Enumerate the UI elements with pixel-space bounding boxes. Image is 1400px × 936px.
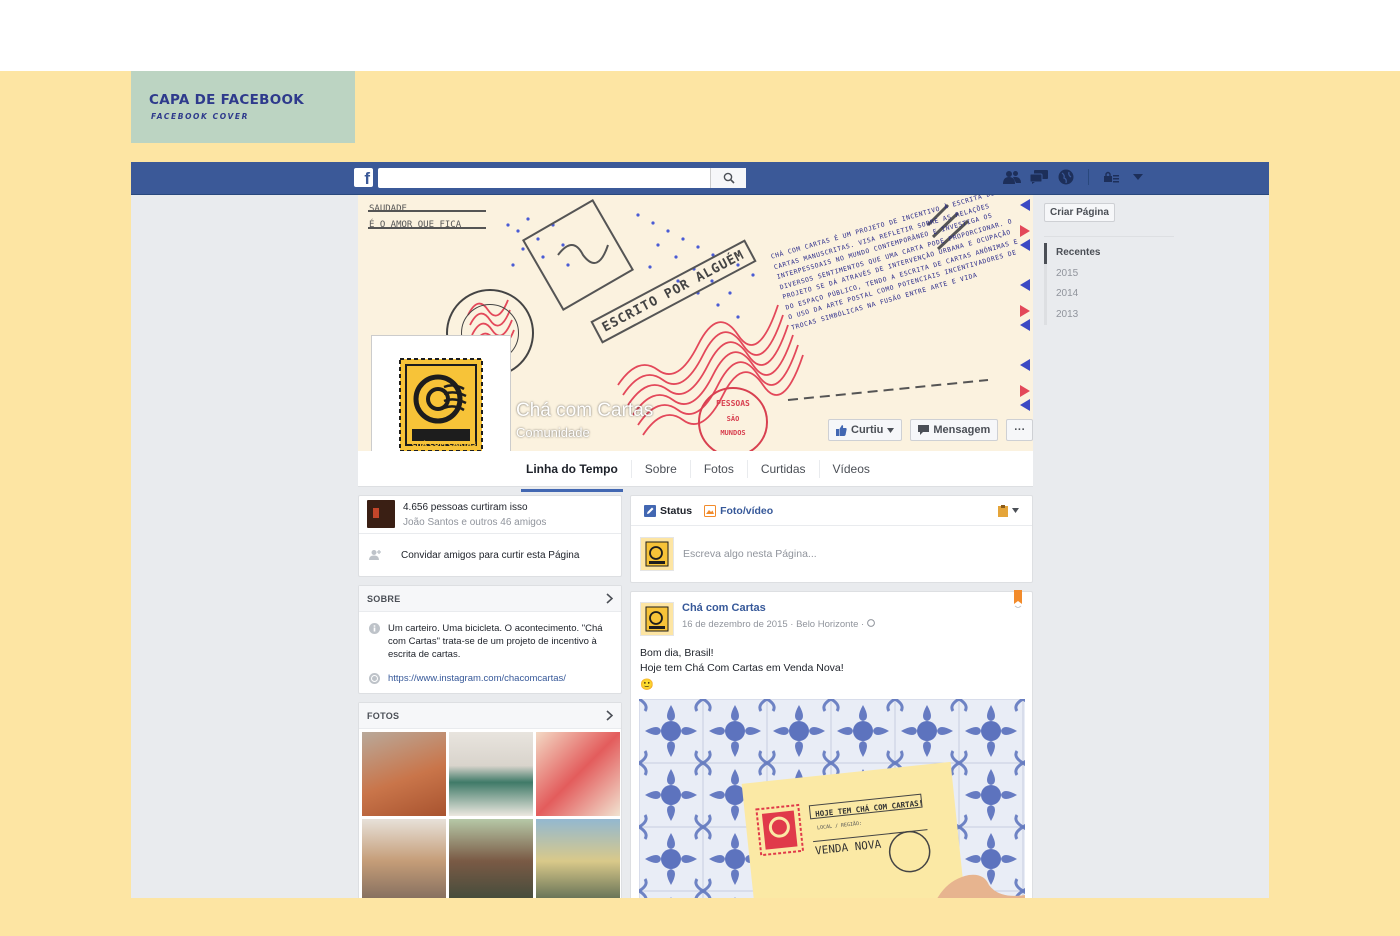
thumbs-up-icon (836, 424, 847, 436)
post-avatar[interactable] (640, 602, 674, 636)
invite-label: Convidar amigos para curtir esta Página (401, 549, 580, 561)
post-card: Chá com Cartas 16 de dezembro de 2015 · … (630, 590, 1033, 898)
page-avatar (640, 537, 674, 571)
about-header[interactable]: SOBRE (359, 586, 621, 612)
about-card: SOBRE Um carteiro. Uma bicicleta. O acon… (358, 585, 622, 694)
tab-about[interactable]: Sobre (632, 460, 691, 478)
likes-card: 4.656 pessoas curtiram isso João Santos … (358, 495, 622, 577)
invite-friends-row[interactable]: Convidar amigos para curtir esta Página (359, 534, 621, 576)
tab-photos[interactable]: Fotos (691, 460, 748, 478)
message-button[interactable]: Mensagem (910, 419, 999, 441)
post-meta: 16 de dezembro de 2015 · Belo Horizonte … (682, 619, 875, 630)
composer-card: Status Foto/vídeo Escreva algo nesta Pág… (630, 495, 1033, 583)
search-input[interactable] (378, 168, 746, 188)
likes-count[interactable]: 4.656 pessoas curtiram isso (403, 500, 546, 515)
create-page-button[interactable]: Criar Página (1044, 203, 1115, 222)
about-description: Um carteiro. Uma bicicleta. O acontecime… (388, 623, 603, 660)
page-tabs: Linha do Tempo Sobre Fotos Curtidas Víde… (358, 451, 1033, 492)
liked-button[interactable]: Curtiu (828, 419, 903, 441)
cha-com-cartas-logo (399, 358, 483, 452)
photos-card: FOTOS (358, 702, 622, 898)
right-sidebar: Criar Página Recentes 2015 2014 2013 (1044, 202, 1174, 325)
pencil-icon (644, 504, 656, 517)
pessoas-stamp: PESSOAS SÃO MUNDOS (698, 387, 768, 451)
year-recent[interactable]: Recentes (1044, 243, 1174, 264)
facebook-f-icon[interactable]: f (354, 168, 373, 188)
caret-down-icon (887, 427, 895, 433)
photo-thumbnail[interactable] (362, 819, 446, 898)
globe-icon (866, 619, 875, 627)
photo-thumbnail[interactable] (362, 732, 446, 816)
tab-likes[interactable]: Curtidas (748, 460, 820, 478)
caret-down-icon (1012, 508, 1019, 513)
section-label: CAPA DE FACEBOOK FACEBOOK COVER (131, 71, 355, 143)
page-column: SAUDADE É O AMOR QUE FICA ESCRITO POR AL… (358, 195, 1035, 898)
caret-down-icon[interactable] (1129, 169, 1147, 185)
message-icon (918, 425, 930, 435)
chevron-right-icon (606, 710, 613, 721)
friend-thumbnail[interactable] (367, 500, 395, 528)
globe-icon (369, 673, 380, 684)
facebook-mockup: f SAUDADE É O AMOR QUE FICA ESCRITO POR … (131, 162, 1269, 898)
info-icon (369, 623, 380, 634)
year-navigator: Recentes 2015 2014 2013 (1044, 236, 1174, 325)
post-text: Bom dia, Brasil! Hoje tem Chá Com Cartas… (631, 636, 1032, 693)
status-tab[interactable]: Status (644, 504, 692, 517)
invite-icon (369, 550, 381, 560)
page-category[interactable]: Comunidade (516, 425, 590, 440)
messages-icon[interactable] (1030, 169, 1048, 185)
photo-thumbnail[interactable] (449, 732, 533, 816)
post-author[interactable]: Chá com Cartas (682, 602, 875, 614)
logo-label: CHÁ COM CARTAS (411, 440, 477, 448)
tab-videos[interactable]: Vídeos (820, 460, 883, 478)
photo-video-tab[interactable]: Foto/vídeo (704, 504, 773, 517)
more-button[interactable]: ··· (1006, 419, 1033, 441)
chevron-right-icon (606, 593, 613, 604)
photo-thumbnail[interactable] (449, 819, 533, 898)
year-2013[interactable]: 2013 (1044, 304, 1174, 325)
privacy-icon[interactable] (1102, 169, 1120, 185)
photo-icon (704, 504, 717, 517)
photos-header[interactable]: FOTOS (359, 703, 621, 729)
search-icon (723, 172, 735, 184)
search-button[interactable] (710, 168, 746, 188)
friends-liked[interactable]: João Santos e outros 46 amigos (403, 515, 546, 530)
page-name[interactable]: Chá com Cartas (516, 400, 653, 422)
section-title: CAPA DE FACEBOOK (149, 92, 305, 108)
photo-thumbnail[interactable] (536, 819, 620, 898)
post-options[interactable] (998, 504, 1019, 517)
facebook-top-bar: f (131, 162, 1269, 195)
cover-saudade-text: SAUDADE É O AMOR QUE FICA (369, 204, 462, 230)
composer-input[interactable]: Escreva algo nesta Página... (631, 526, 1032, 582)
globe-icon[interactable] (1057, 169, 1075, 185)
section-subtitle: FACEBOOK COVER (151, 112, 249, 121)
friends-icon[interactable] (1003, 169, 1021, 185)
clipboard-icon (998, 504, 1008, 517)
tab-timeline[interactable]: Linha do Tempo (513, 460, 632, 492)
post-image[interactable]: HOJE TEM CHÁ COM CARTAS! LOCAL / REGIÃO:… (639, 699, 1025, 898)
instagram-link[interactable]: https://www.instagram.com/chacomcartas/ (388, 672, 566, 685)
topbar-divider (1088, 169, 1089, 185)
year-2015[interactable]: 2015 (1044, 263, 1174, 284)
year-2014[interactable]: 2014 (1044, 284, 1174, 305)
smile-emoji: 🙂 (640, 679, 654, 691)
bookmark-icon[interactable] (1014, 590, 1022, 608)
photo-thumbnail[interactable] (536, 732, 620, 816)
